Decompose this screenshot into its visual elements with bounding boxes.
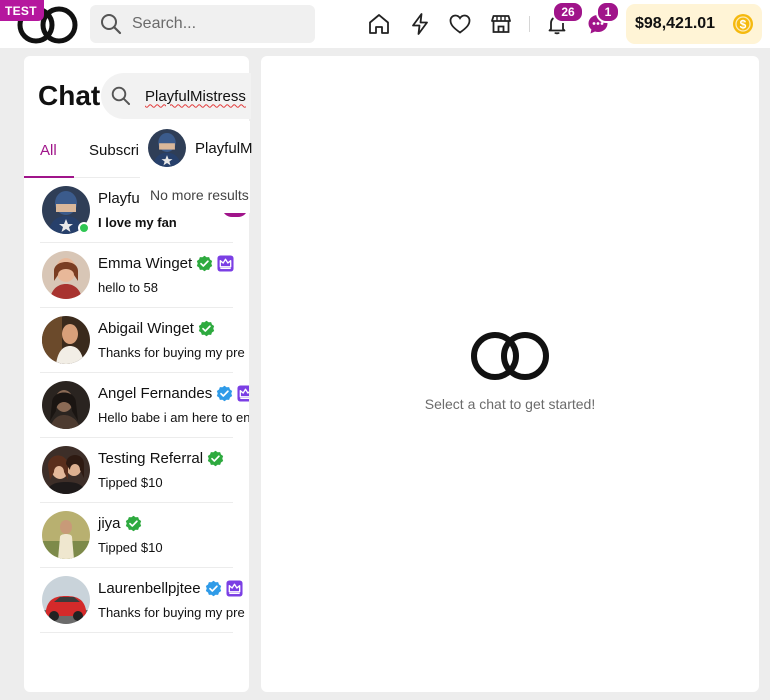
search-result-name: PlayfulM bbox=[195, 139, 253, 157]
conversation-item[interactable]: Abigail Winget Thanks for buying my pre bbox=[40, 308, 245, 373]
global-search[interactable] bbox=[90, 5, 315, 43]
verified-badge-icon bbox=[198, 320, 215, 337]
conversation-name: Laurenbellpjtee bbox=[98, 580, 201, 597]
verified-badge-icon bbox=[125, 515, 141, 532]
conversation-preview: Thanks for buying my pre bbox=[98, 605, 245, 620]
conversation-preview: I love my fan bbox=[98, 215, 177, 230]
conversation-preview: hello to 58 bbox=[98, 280, 158, 295]
no-more-results-text: No more results bbox=[150, 187, 249, 203]
search-icon bbox=[101, 14, 122, 35]
store-icon[interactable] bbox=[489, 12, 513, 36]
crown-badge-icon bbox=[226, 580, 243, 597]
heart-icon[interactable] bbox=[448, 12, 472, 36]
conversation-name-row: Laurenbellpjtee bbox=[98, 580, 243, 597]
conversation-name: jiya bbox=[98, 515, 121, 532]
avatar bbox=[42, 381, 90, 429]
conversation-item[interactable]: Laurenbellpjtee Thanks for buying my pre bbox=[40, 568, 245, 633]
crown-badge-icon bbox=[237, 385, 249, 402]
test-env-badge: TEST bbox=[0, 0, 44, 21]
top-bar: TEST 26 1 $98,421.01 $ bbox=[0, 0, 770, 48]
chat-search-input[interactable]: PlayfulMistress bbox=[145, 88, 246, 105]
conversation-name: Playfu bbox=[98, 190, 140, 207]
online-status-dot bbox=[78, 222, 90, 234]
lightning-icon[interactable] bbox=[408, 12, 432, 36]
conversation-item[interactable]: Angel Fernandes Hello babe i am here to … bbox=[40, 373, 249, 438]
verified-badge-icon bbox=[205, 580, 221, 597]
search-result-item[interactable]: PlayfulM bbox=[148, 128, 258, 168]
conversation-item[interactable]: jiya Tipped $10 bbox=[40, 503, 233, 568]
avatar bbox=[42, 316, 90, 364]
conversation-preview: Hello babe i am here to en bbox=[98, 410, 249, 425]
tab-subscriptions[interactable]: Subscri bbox=[89, 142, 139, 159]
avatar bbox=[42, 511, 90, 559]
coin-icon: $ bbox=[733, 14, 753, 34]
tab-all[interactable]: All bbox=[40, 142, 57, 159]
chat-search-field[interactable]: PlayfulMistress bbox=[101, 73, 251, 119]
conversation-name: Testing Referral bbox=[98, 450, 204, 467]
conversation-name-row: jiya bbox=[98, 515, 142, 532]
conversation-name-row: Abigail Winget bbox=[98, 320, 215, 337]
verified-badge-icon bbox=[197, 255, 213, 272]
avatar bbox=[42, 251, 90, 299]
search-icon bbox=[111, 86, 130, 105]
conversation-name-row: Playfu bbox=[98, 190, 140, 207]
avatar bbox=[42, 576, 90, 624]
conversation-name: Angel Fernandes bbox=[98, 385, 213, 402]
search-results-dropdown: PlayfulM No more results bbox=[140, 121, 253, 213]
verified-badge-icon bbox=[217, 385, 233, 402]
conversation-panel: Select a chat to get started! bbox=[261, 56, 759, 692]
wallet-amount: $98,421.01 bbox=[635, 15, 716, 32]
conversation-name: Emma Winget bbox=[98, 255, 193, 272]
conversation-name: Abigail Winget bbox=[98, 320, 194, 337]
conversation-preview: Tipped $10 bbox=[98, 475, 163, 490]
conversation-preview: Tipped $10 bbox=[98, 540, 163, 555]
home-icon[interactable] bbox=[367, 12, 391, 36]
verified-badge-icon bbox=[207, 450, 224, 467]
empty-state-text: Select a chat to get started! bbox=[424, 396, 596, 412]
avatar bbox=[148, 129, 186, 167]
wallet-balance-button[interactable]: $98,421.01 $ bbox=[626, 4, 762, 44]
page-title: Chat bbox=[38, 80, 101, 111]
messages-count-badge: 1 bbox=[596, 1, 620, 23]
svg-text:$: $ bbox=[740, 18, 747, 32]
notifications-count-badge: 26 bbox=[552, 1, 584, 23]
conversation-item[interactable]: Emma Winget hello to 58 bbox=[40, 243, 234, 308]
avatar bbox=[42, 446, 90, 494]
conversation-name-row: Testing Referral bbox=[98, 450, 224, 467]
conversation-name-row: Angel Fernandes bbox=[98, 385, 249, 402]
conversation-item[interactable]: Testing Referral Tipped $10 bbox=[40, 438, 233, 503]
nav-divider bbox=[529, 16, 530, 32]
conversation-preview: Thanks for buying my pre bbox=[98, 345, 245, 360]
crown-badge-icon bbox=[217, 255, 234, 272]
two-rings-logo-icon bbox=[471, 332, 549, 380]
conversation-name-row: Emma Winget bbox=[98, 255, 234, 272]
search-input[interactable] bbox=[132, 15, 302, 33]
